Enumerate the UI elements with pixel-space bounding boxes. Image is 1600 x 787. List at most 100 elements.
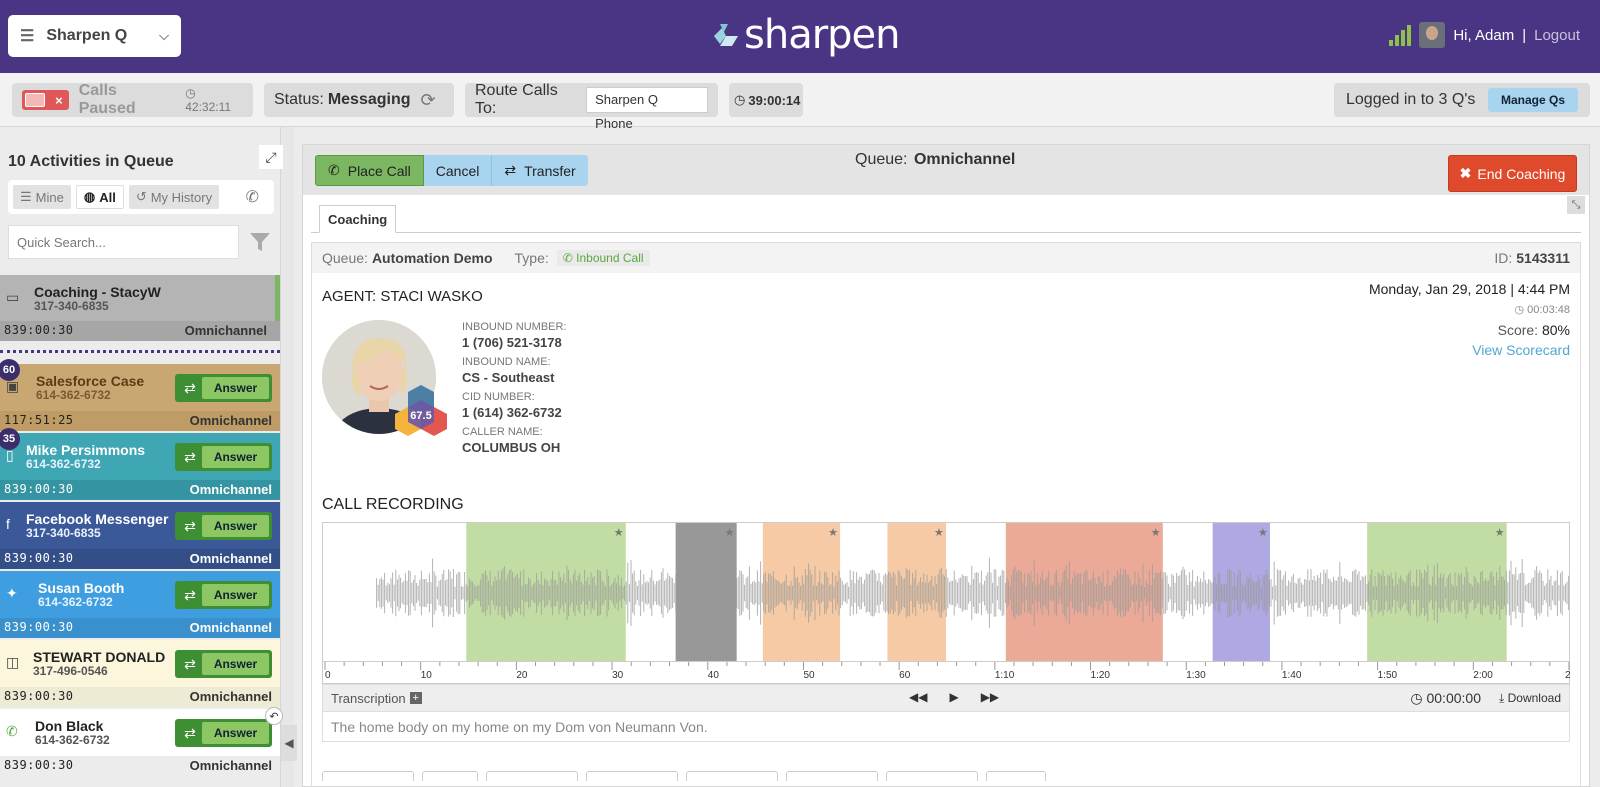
waveform[interactable]: ★ ★ ★ ★ ★ ★ ★ (322, 522, 1570, 662)
tab-my-history[interactable]: ↺ My History (128, 185, 220, 209)
queue-card-queue: Omnichannel (189, 551, 272, 566)
transcription-label: Transcription (331, 690, 406, 706)
ruler-label: 0 (325, 670, 331, 681)
star-icon[interactable]: ★ (934, 527, 944, 539)
clock-icon: ◷ (1410, 689, 1427, 706)
view-scorecard-link[interactable]: View Scorecard (1369, 342, 1570, 358)
download-button[interactable]: ⤓ Download (1499, 691, 1561, 706)
user-area: Hi, Adam | Logout (1389, 22, 1580, 48)
quick-search-input[interactable]: Quick Search... (8, 225, 239, 259)
agent-score-hexagon: 67.5 (395, 385, 447, 436)
transcript-text: The home body on my home on my Dom von N… (322, 712, 1570, 742)
answer-button[interactable]: ⇄ Answer (175, 374, 272, 402)
answer-button[interactable]: ⇄ Answer (175, 581, 272, 609)
queue-card-name: Coaching - StacyW (34, 284, 161, 300)
paused-timer-value: 42:32:11 (185, 100, 232, 114)
status-pill[interactable]: Status: Messaging ⟳ (264, 83, 454, 117)
plus-icon[interactable]: + (409, 692, 422, 704)
star-icon[interactable]: ★ (1258, 527, 1268, 539)
priority-badge: 35 (0, 428, 20, 450)
queue-card-queue: Omnichannel (189, 482, 272, 497)
queue-card-name: Facebook Messenger (26, 511, 169, 527)
star-icon[interactable]: ★ (1495, 527, 1505, 539)
queue-card[interactable]: f Facebook Messenger 317-340-6835 839:00:30… (0, 502, 280, 569)
logged-in-text: Logged in to 3 Q's (1346, 91, 1476, 108)
call-duration-value: 00:03:48 (1527, 304, 1570, 316)
ruler-label: 1:30 (1186, 670, 1206, 681)
queue-card[interactable]: ◫ STEWART DONALD 317-496-0546 839:00:30 Omni… (0, 640, 280, 707)
place-call-button[interactable]: ✆ Place Call (315, 155, 424, 186)
expand-icon[interactable]: ⤢ (259, 145, 283, 169)
star-icon[interactable]: ★ (828, 527, 838, 539)
pause-toggle[interactable]: × (22, 90, 69, 110)
avatar[interactable] (1419, 22, 1446, 48)
meta-id-label: ID: (1494, 250, 1513, 266)
answer-button[interactable]: ⇄ Answer (175, 512, 272, 540)
manage-qs-button[interactable]: Manage Qs (1487, 88, 1578, 112)
queue-card-phone: 317-496-0546 (33, 664, 108, 678)
coaching-panel: ✆ Place Call Cancel ⇄ Transfer Queue: Omni… (302, 144, 1590, 787)
compress-icon[interactable]: ⤡ (1567, 196, 1585, 214)
list-icon: ☰ (20, 189, 32, 204)
queue-card-phone: 317-340-6835 (34, 299, 109, 313)
phone-icon: ✆ (328, 162, 340, 178)
queue-card-queue: Omnichannel (189, 413, 272, 428)
refresh-icon[interactable]: ⟳ (421, 90, 436, 111)
answer-button[interactable]: ⇄ Answer (175, 719, 272, 747)
answer-button[interactable]: ⇄ Answer (175, 650, 272, 678)
route-select[interactable]: Sharpen Q Phone (586, 87, 708, 131)
transfer-icon: ⇄ (184, 724, 196, 741)
facebook-icon: f (6, 516, 10, 532)
answer-label: Answer (202, 377, 269, 399)
queue-card[interactable]: ✆ Don Black 614-362-6732 839:00:30 Omnichann… (0, 707, 283, 776)
logout-link[interactable]: Logout (1534, 27, 1580, 44)
end-coaching-button[interactable]: ✖ End Coaching (1448, 155, 1577, 192)
queue-card-phone: 614-362-6732 (38, 595, 113, 609)
phone-icon[interactable]: ✆ (246, 187, 259, 207)
agent-score-value: 67.5 (410, 410, 431, 422)
tab-coaching[interactable]: Coaching (319, 205, 397, 233)
collapse-panel-icon[interactable]: ◀ (281, 725, 297, 761)
transfer-button[interactable]: ⇄ Transfer (491, 155, 588, 186)
queue-card-timer: 839:00:30 (4, 689, 74, 703)
app-selector[interactable]: ☰ Sharpen Q ⌵ (8, 15, 181, 57)
queue-separator (0, 350, 280, 353)
answer-button[interactable]: ⇄ Answer (175, 443, 272, 471)
queue-card[interactable]: ▣ Salesforce Case 614-362-6732 117:51:25 Omn… (0, 359, 280, 431)
queue-card-phone: 317-340-6835 (26, 526, 101, 540)
logo-mark-icon (714, 24, 738, 46)
call-meta-row: Queue: Automation Demo Type: ✆ Inbound C… (312, 243, 1580, 273)
coaching-icon: ▭ (6, 289, 20, 305)
meta-id-value: 5143311 (1516, 250, 1570, 266)
star-icon[interactable]: ★ (725, 527, 735, 539)
call-type-value: Inbound Call (576, 251, 644, 265)
meta-type-label: Type: (514, 250, 549, 266)
rewind-icon[interactable]: ◀◀ (909, 690, 927, 704)
queue-card-timer: 117:51:25 (4, 413, 74, 427)
queue-card[interactable]: ✦ Susan Booth 614-362-6732 839:00:30 Omnicha… (0, 571, 280, 638)
cancel-button[interactable]: Cancel (423, 155, 492, 186)
star-icon[interactable]: ★ (1151, 527, 1161, 539)
tagged-segment[interactable] (762, 523, 841, 661)
filter-icon[interactable] (248, 231, 272, 253)
answer-label: Answer (202, 515, 269, 537)
fast-forward-icon[interactable]: ▶▶ (981, 690, 999, 704)
queue-card[interactable]: ▭ Coaching - StacyW 317-340-6835 839:00:30 O… (0, 275, 280, 341)
queue-card-timer: 839:00:30 (4, 620, 74, 634)
separator: | (1522, 26, 1527, 44)
tab-all[interactable]: ◍ All (75, 185, 124, 209)
calls-paused-pill: × Calls Paused ◷ 42:32:11 (12, 82, 253, 117)
clock-icon: ◷ (185, 86, 196, 100)
bottom-tab-strip (322, 771, 1046, 781)
queue-card[interactable]: ▯ Mike Persimmons 614-362-6732 839:00:30 Omn… (0, 428, 280, 500)
star-icon[interactable]: ★ (614, 527, 624, 539)
timeline-ruler: 0 10 20 30 40 50 60 1:10 1:20 1:30 1:40 1:50 2:00 2 (322, 662, 1571, 684)
meta-queue-label: Queue: (322, 250, 368, 266)
undo-icon[interactable]: ↶ (265, 707, 283, 725)
transfer-icon: ⇄ (184, 586, 196, 603)
field-value: 1 (614) 362-6732 (462, 405, 562, 420)
play-icon[interactable]: ▶ (949, 690, 958, 704)
transfer-icon: ⇄ (184, 379, 196, 396)
logged-in-pill: Logged in to 3 Q's Manage Qs (1334, 83, 1590, 117)
tab-mine[interactable]: ☰ Mine (13, 185, 71, 209)
